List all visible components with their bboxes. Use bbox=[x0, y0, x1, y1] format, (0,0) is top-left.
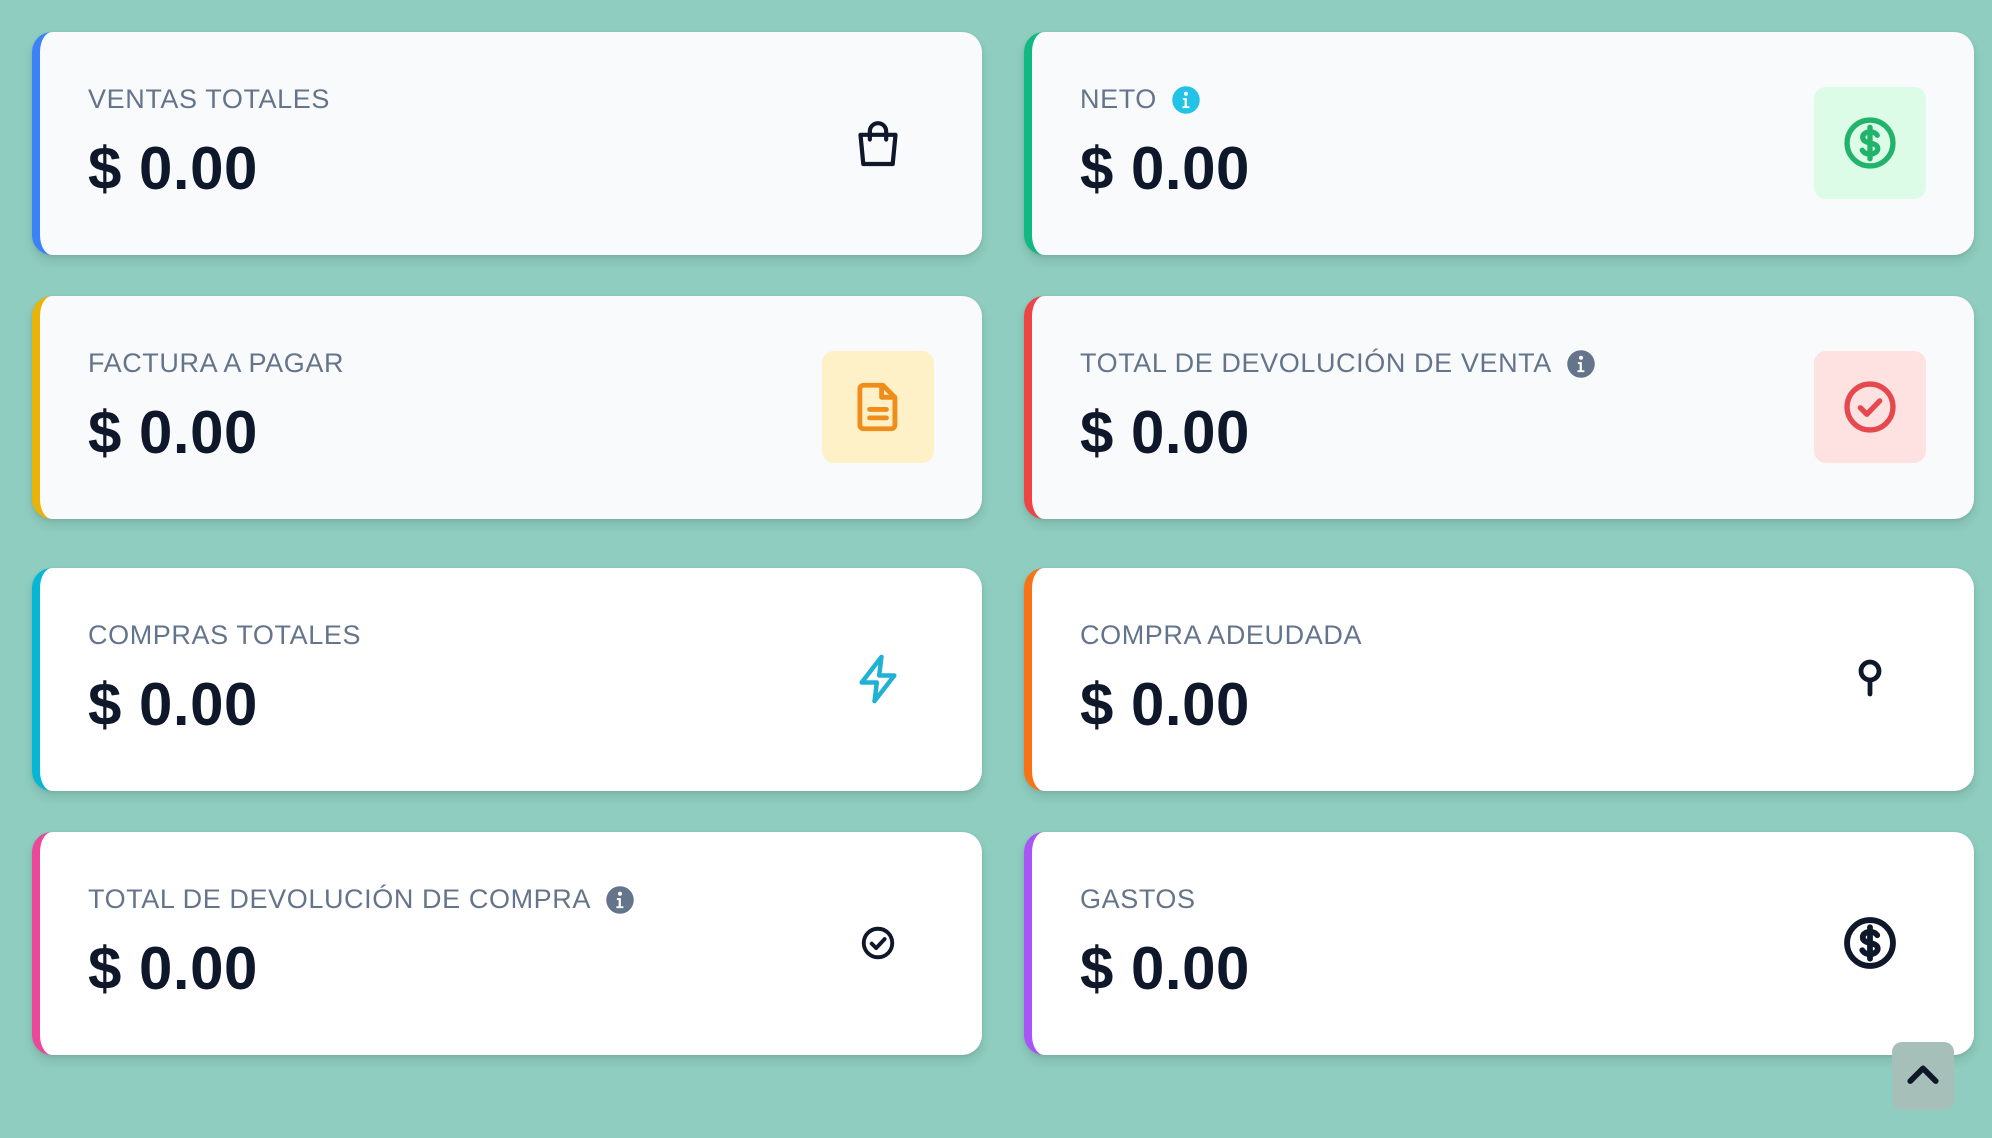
scroll-to-top-button[interactable] bbox=[1892, 1042, 1954, 1110]
card-label: GASTOS bbox=[1080, 884, 1196, 914]
card-label: VENTAS TOTALES bbox=[88, 84, 330, 114]
card-gastos: GASTOS $ 0.00 bbox=[1024, 832, 1974, 1055]
card-compras-totales: COMPRAS TOTALES $ 0.00 bbox=[32, 568, 982, 791]
card-label-row: TOTAL DE DEVOLUCIÓN DE VENTA bbox=[1080, 348, 1596, 379]
card-value: $ 0.00 bbox=[88, 671, 258, 738]
shopping-bag-icon bbox=[822, 87, 934, 199]
card-label-row: TOTAL DE DEVOLUCIÓN DE COMPRA bbox=[88, 884, 635, 915]
card-compra-adeudada: COMPRA ADEUDADA $ 0.00 bbox=[1024, 568, 1974, 791]
card-label-row: VENTAS TOTALES bbox=[88, 84, 330, 115]
card-label: NETO bbox=[1080, 84, 1157, 114]
lightning-icon bbox=[822, 623, 934, 735]
card-label: TOTAL DE DEVOLUCIÓN DE COMPRA bbox=[88, 884, 591, 914]
document-icon bbox=[822, 351, 934, 463]
card-label: FACTURA A PAGAR bbox=[88, 348, 345, 378]
card-devolucion-venta: TOTAL DE DEVOLUCIÓN DE VENTA $ 0.00 bbox=[1024, 296, 1974, 519]
dollar-circle-icon bbox=[1814, 87, 1926, 199]
card-value: $ 0.00 bbox=[1080, 399, 1250, 466]
card-label: TOTAL DE DEVOLUCIÓN DE VENTA bbox=[1080, 348, 1552, 378]
card-label-row: GASTOS bbox=[1080, 884, 1196, 915]
info-icon[interactable] bbox=[605, 885, 635, 915]
info-icon[interactable] bbox=[1566, 349, 1596, 379]
card-value: $ 0.00 bbox=[88, 135, 258, 202]
check-badge-icon bbox=[822, 887, 934, 999]
card-neto: NETO $ 0.00 bbox=[1024, 32, 1974, 255]
pin-icon bbox=[1814, 623, 1926, 735]
card-value: $ 0.00 bbox=[1080, 135, 1250, 202]
card-devolucion-compra: TOTAL DE DEVOLUCIÓN DE COMPRA $ 0.00 bbox=[32, 832, 982, 1055]
check-circle-icon bbox=[1814, 351, 1926, 463]
card-value: $ 0.00 bbox=[1080, 671, 1250, 738]
card-label-row: COMPRAS TOTALES bbox=[88, 620, 361, 651]
card-label-row: NETO bbox=[1080, 84, 1201, 115]
dashboard-stats-grid: VENTAS TOTALES $ 0.00 NETO $ 0.00 FACTUR… bbox=[32, 32, 1974, 1055]
card-value: $ 0.00 bbox=[88, 935, 258, 1002]
card-label-row: FACTURA A PAGAR bbox=[88, 348, 344, 379]
card-label-row: COMPRA ADEUDADA bbox=[1080, 620, 1362, 651]
card-label: COMPRAS TOTALES bbox=[88, 620, 362, 650]
card-label: COMPRA ADEUDADA bbox=[1080, 620, 1363, 650]
dollar-circle-outline-icon bbox=[1814, 887, 1926, 999]
chevron-up-icon bbox=[1906, 1062, 1940, 1091]
info-icon[interactable] bbox=[1171, 85, 1201, 115]
card-factura-a-pagar: FACTURA A PAGAR $ 0.00 bbox=[32, 296, 982, 519]
card-value: $ 0.00 bbox=[88, 399, 258, 466]
card-value: $ 0.00 bbox=[1080, 935, 1250, 1002]
card-ventas-totales: VENTAS TOTALES $ 0.00 bbox=[32, 32, 982, 255]
